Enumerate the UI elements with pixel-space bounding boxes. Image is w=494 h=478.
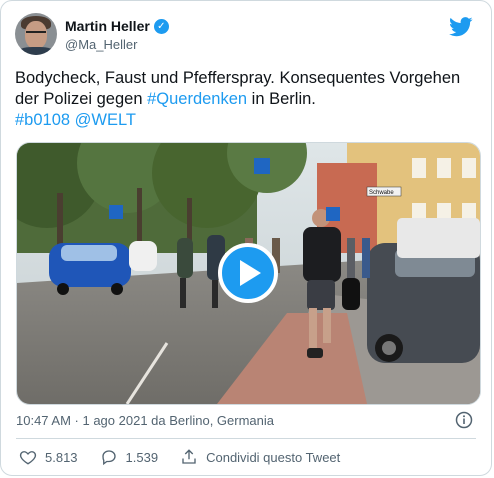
video-thumbnail[interactable]: Schwabe (16, 142, 481, 405)
tweet-header: Martin Heller ✓ @Ma_Heller (15, 13, 477, 57)
reply-count: 1.539 (125, 449, 159, 465)
share-icon (182, 449, 196, 464)
tweet-timestamp[interactable]: 10:47 AM · 1 ago 2021 da Berlino, German… (16, 413, 274, 428)
heart-icon (19, 451, 37, 465)
display-name-text: Martin Heller (65, 18, 150, 34)
avatar[interactable] (15, 13, 57, 55)
mention-welt-link[interactable]: @WELT (75, 111, 136, 129)
play-button[interactable] (218, 243, 278, 303)
reply-action[interactable]: 1.539 (100, 448, 159, 466)
author-handle[interactable]: @Ma_Heller (65, 36, 169, 54)
tweet-actions: 5.813 1.539 Condividi questo Tweet (19, 448, 362, 466)
hashtag-querdenken-link[interactable]: #Querdenken (147, 90, 247, 108)
tweet-card[interactable]: Martin Heller ✓ @Ma_Heller Bodycheck, Fa… (0, 0, 492, 476)
verified-badge-icon: ✓ (153, 18, 169, 34)
divider (16, 438, 476, 439)
share-label: Condividi questo Tweet (206, 449, 341, 465)
like-action[interactable]: 5.813 (19, 448, 78, 466)
info-icon[interactable] (455, 411, 473, 429)
author-display-name[interactable]: Martin Heller ✓ (65, 17, 169, 35)
twitter-bird-icon[interactable] (449, 17, 473, 37)
share-action[interactable]: Condividi questo Tweet (180, 448, 340, 466)
tweet-text: Bodycheck, Faust und Pfefferspray. Konse… (15, 68, 475, 131)
like-count: 5.813 (45, 449, 78, 465)
street-sign-text: Schwabe (369, 190, 394, 196)
reply-bubble-icon (101, 450, 116, 466)
play-icon (240, 260, 261, 286)
author-names[interactable]: Martin Heller ✓ @Ma_Heller (65, 17, 169, 54)
tweet-text-part-2: in Berlin. (247, 90, 316, 108)
hashtag-b0108-link[interactable]: #b0108 (15, 111, 70, 129)
